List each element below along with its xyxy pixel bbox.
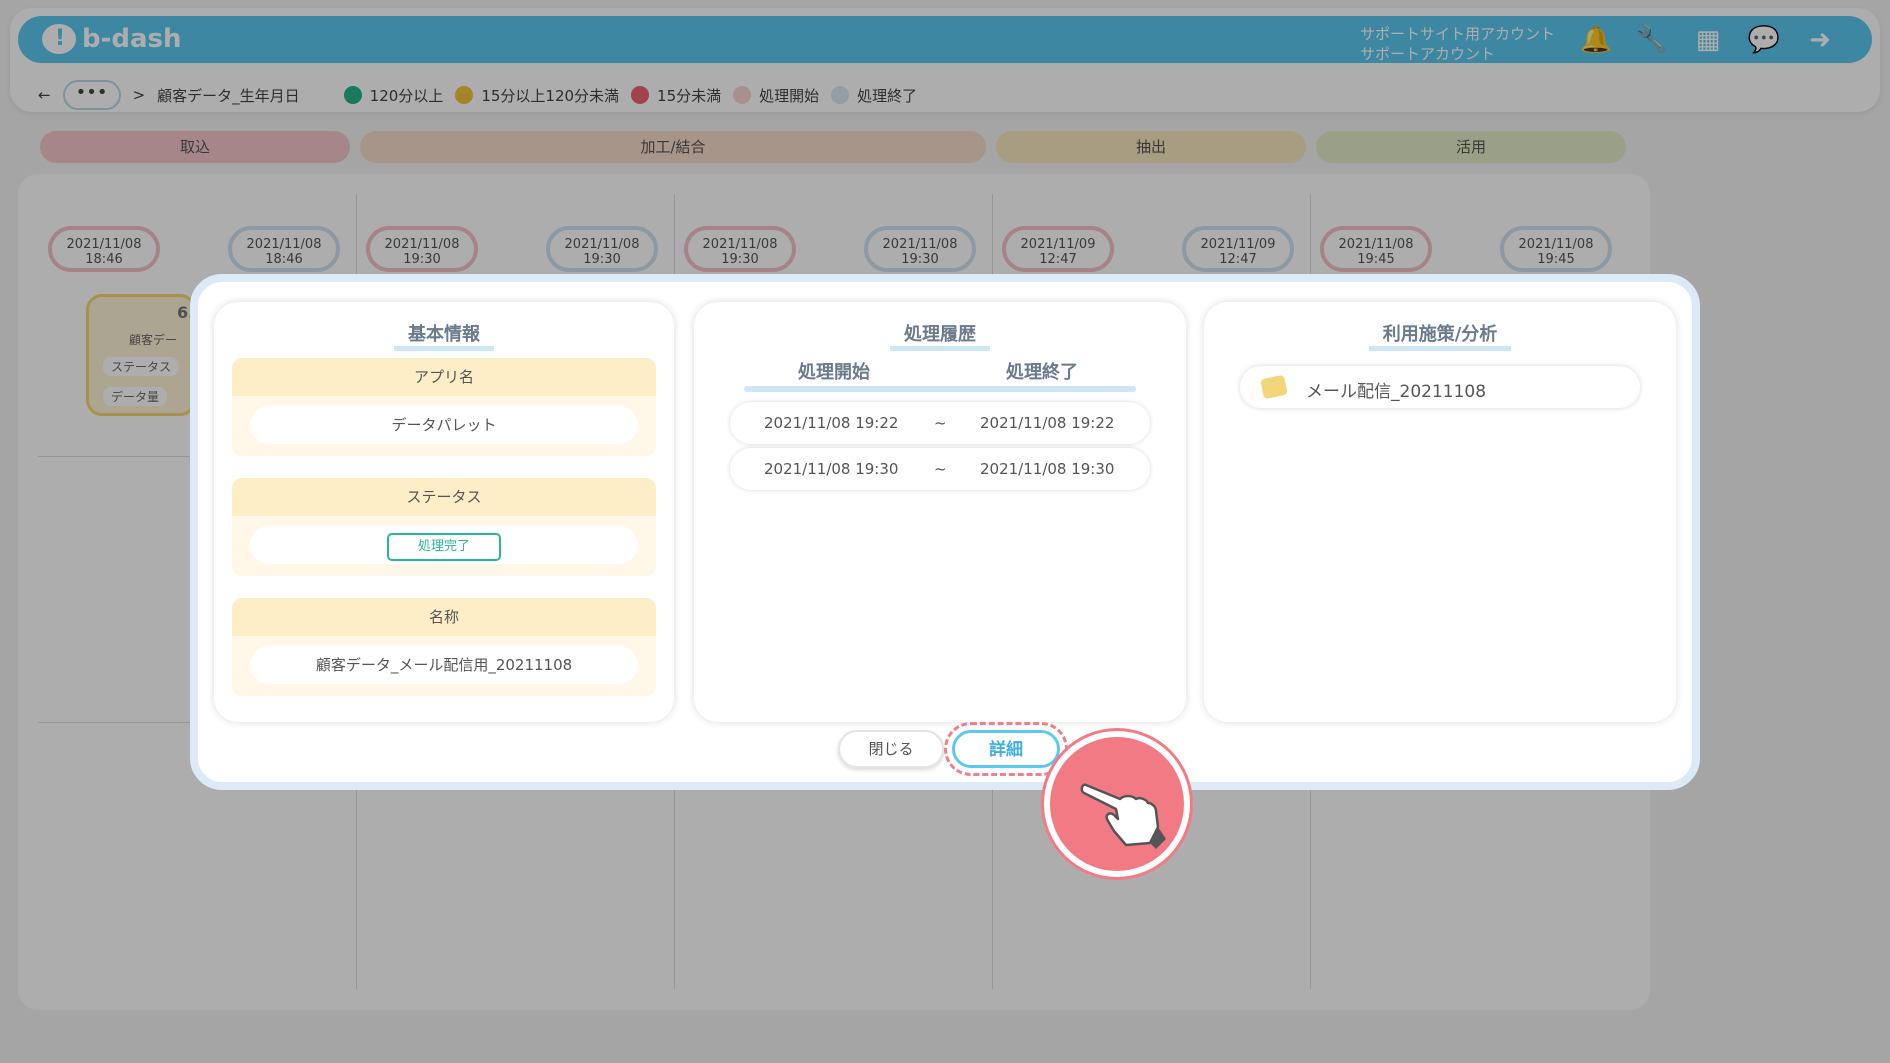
app-name-field: データパレット: [232, 396, 656, 456]
usage-title-text: 利用施策/分析: [1368, 324, 1512, 351]
status-badge: 処理完了: [387, 533, 501, 561]
name-value: 顧客データ_メール配信用_20211108: [250, 646, 638, 684]
history-end-header: 処理終了: [1006, 362, 1078, 383]
status-label: ステータス: [232, 478, 656, 516]
status-field: 処理完了: [232, 516, 656, 576]
detail-button[interactable]: 詳細: [952, 730, 1060, 768]
history-title: 処理履歴: [694, 324, 1186, 351]
history-end: 2021/11/08 19:22: [980, 414, 1115, 432]
history-start: 2021/11/08 19:30: [764, 460, 899, 478]
history-end: 2021/11/08 19:30: [980, 460, 1115, 478]
basic-info-title: 基本情報: [214, 324, 674, 351]
status-value-wrap: 処理完了: [250, 526, 638, 564]
usage-item[interactable]: メール配信_20211108: [1240, 366, 1640, 408]
history-row: 2021/11/08 19:22 ~ 2021/11/08 19:22: [730, 402, 1150, 444]
history-start: 2021/11/08 19:22: [764, 414, 899, 432]
app-name-value: データパレット: [250, 406, 638, 444]
history-sep: ~: [934, 460, 947, 478]
usage-panel: 利用施策/分析 メール配信_20211108: [1204, 302, 1676, 722]
name-field: 顧客データ_メール配信用_20211108: [232, 636, 656, 696]
usage-title: 利用施策/分析: [1204, 324, 1676, 351]
basic-info-panel: 基本情報 アプリ名 データパレット ステータス 処理完了 名称 顧客データ_メー…: [214, 302, 674, 722]
name-label: 名称: [232, 598, 656, 636]
detail-modal: 基本情報 アプリ名 データパレット ステータス 処理完了 名称 顧客データ_メー…: [190, 274, 1700, 790]
app-name-label: アプリ名: [232, 358, 656, 396]
basic-info-title-text: 基本情報: [394, 324, 494, 351]
pointing-hand-icon: [1080, 783, 1166, 849]
history-sep: ~: [934, 414, 947, 432]
history-title-text: 処理履歴: [890, 324, 990, 351]
history-row: 2021/11/08 19:30 ~ 2021/11/08 19:30: [730, 448, 1150, 490]
tutorial-pointer: [1044, 731, 1190, 877]
history-header-underline: [744, 386, 1136, 392]
usage-item-label: メール配信_20211108: [1306, 382, 1487, 402]
mail-delivery-icon: [1260, 374, 1288, 400]
close-button[interactable]: 閉じる: [838, 730, 944, 768]
history-start-header: 処理開始: [798, 362, 870, 383]
history-panel: 処理履歴 処理開始 処理終了 2021/11/08 19:22 ~ 2021/1…: [694, 302, 1186, 722]
